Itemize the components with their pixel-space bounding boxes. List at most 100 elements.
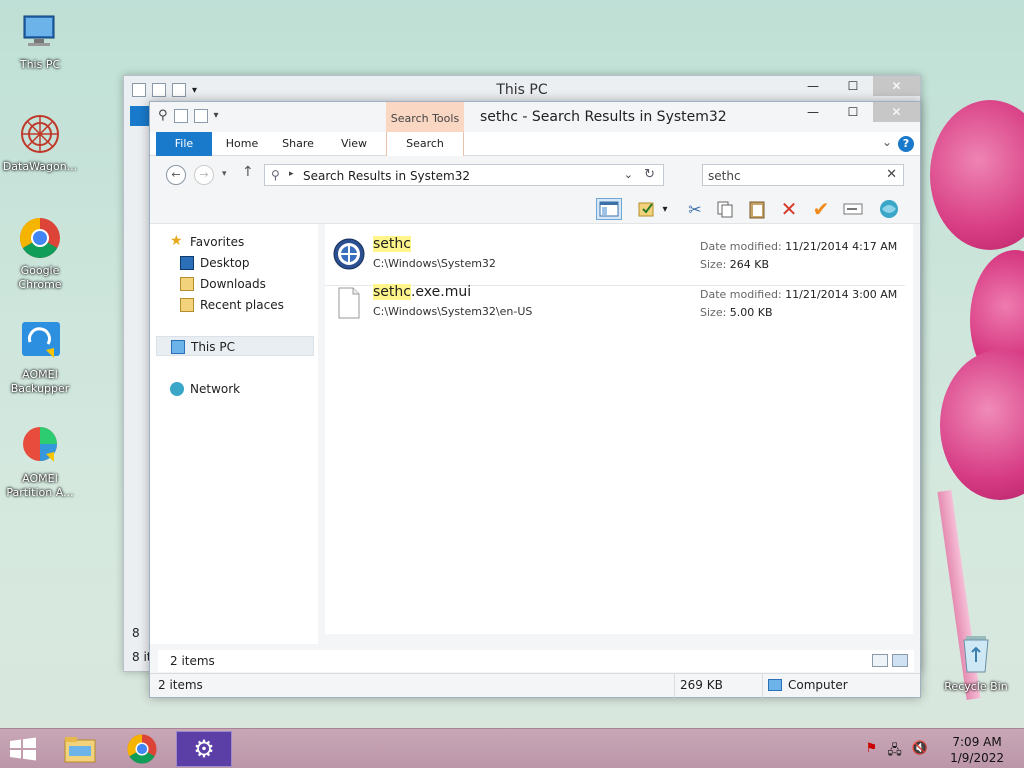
clock[interactable]: 7:09 AM 1/9/2022 bbox=[950, 734, 1004, 766]
breadcrumb-chevron-icon[interactable]: ▸ bbox=[289, 169, 294, 179]
navigation-pane: ★ Favorites Desktop Downloads Recent pla… bbox=[150, 224, 318, 644]
nav-item-desktop[interactable]: Desktop bbox=[150, 253, 308, 273]
details-location: Computer bbox=[788, 678, 848, 692]
address-bar[interactable]: ⚲ ▸ Search Results in System32 ⌄ ↻ bbox=[264, 164, 664, 186]
window-title: sethc - Search Results in System32 bbox=[480, 109, 727, 125]
details-size: 269 KB bbox=[680, 678, 723, 692]
file-size: Size: 264 KB bbox=[700, 258, 770, 271]
search-input[interactable]: sethc ✕ bbox=[702, 164, 904, 186]
network-icon bbox=[170, 382, 184, 396]
network-status-icon[interactable]: 🖧 bbox=[887, 741, 902, 763]
star-icon: ★ bbox=[170, 233, 183, 249]
taskbar-chrome[interactable] bbox=[114, 731, 170, 767]
back-edge-char: 8 bbox=[132, 626, 140, 640]
volume-muted-icon[interactable]: 🔇 bbox=[912, 741, 928, 763]
desktop-icon-datawagon[interactable]: DataWagon... bbox=[0, 112, 80, 174]
chrome-icon bbox=[127, 734, 157, 764]
back-window-titlebar[interactable]: ▾ This PC — ☐ ✕ bbox=[124, 76, 920, 104]
search-icon: ⚲ bbox=[158, 108, 168, 123]
date-modified: Date modified: 11/21/2014 4:17 AM bbox=[700, 240, 898, 253]
back-file-tab[interactable] bbox=[130, 106, 150, 126]
tab-search[interactable]: Search bbox=[386, 132, 464, 156]
downloads-icon bbox=[180, 277, 194, 291]
taskbar-file-explorer[interactable] bbox=[52, 731, 108, 767]
close-button[interactable]: ✕ bbox=[873, 76, 920, 96]
desktop-icon-label: AOMEI Backupper bbox=[10, 368, 70, 395]
tab-home[interactable]: Home bbox=[214, 132, 270, 156]
maximize-button[interactable]: ☐ bbox=[833, 76, 873, 96]
window-titlebar[interactable]: ⚲ ▾ Search Tools sethc - Search Results … bbox=[150, 102, 920, 132]
desktop-icon-aomei-partition[interactable]: AOMEI Partition A... bbox=[0, 424, 80, 500]
desktop-icon-this-pc[interactable]: This PC bbox=[0, 10, 80, 72]
tab-share[interactable]: Share bbox=[272, 132, 324, 156]
properties-check-icon[interactable] bbox=[634, 198, 660, 220]
search-icon: ⚲ bbox=[271, 168, 280, 182]
close-button[interactable]: ✕ bbox=[873, 102, 920, 122]
desktop-icon-recycle-bin[interactable]: Recycle Bin bbox=[936, 632, 1016, 694]
name-rest: .exe.mui bbox=[410, 284, 472, 300]
nav-item-favorites[interactable]: ★ Favorites bbox=[150, 232, 308, 252]
taskbar-settings[interactable]: ⚙ bbox=[176, 731, 232, 767]
recycle-bin-icon bbox=[954, 632, 998, 676]
minimize-button[interactable]: — bbox=[793, 102, 833, 122]
nav-item-network[interactable]: Network bbox=[150, 379, 308, 399]
desktop-icon-aomei-backupper[interactable]: AOMEI Backupper bbox=[0, 320, 80, 396]
refresh-icon[interactable]: ↻ bbox=[644, 167, 655, 182]
recent-locations-icon[interactable]: ▾ bbox=[222, 169, 227, 179]
expand-ribbon-icon[interactable]: ⌄ bbox=[882, 135, 892, 149]
delete-icon[interactable]: ✕ bbox=[776, 197, 802, 221]
address-dropdown-icon[interactable]: ⌄ bbox=[624, 168, 633, 181]
explorer-window-search-results[interactable]: ⚲ ▾ Search Tools sethc - Search Results … bbox=[149, 101, 921, 698]
quick-access-toolbar: ⚲ ▾ bbox=[158, 108, 219, 123]
status-bar: 2 items bbox=[158, 650, 914, 672]
nav-item-recent-places[interactable]: Recent places bbox=[150, 295, 308, 315]
tab-file[interactable]: File bbox=[156, 132, 212, 156]
item-count: 2 items bbox=[170, 654, 215, 668]
file-path: C:\Windows\System32 bbox=[373, 257, 496, 270]
up-button[interactable]: ↑ bbox=[242, 164, 254, 180]
forward-button[interactable]: → bbox=[194, 165, 214, 185]
computer-icon bbox=[171, 340, 185, 354]
tiles-view-icon[interactable] bbox=[892, 654, 908, 667]
computer-icon bbox=[768, 679, 782, 691]
cut-icon[interactable]: ✂ bbox=[682, 198, 708, 220]
back-button[interactable]: ← bbox=[166, 165, 186, 185]
file-name: sethc bbox=[373, 236, 411, 252]
search-tools-context-header: Search Tools bbox=[386, 102, 464, 132]
clear-search-icon[interactable]: ✕ bbox=[886, 167, 897, 182]
aomei-partition-icon bbox=[18, 424, 62, 468]
desktop-icon-label: DataWagon... bbox=[2, 160, 78, 173]
properties-icon[interactable] bbox=[173, 108, 188, 123]
chevron-down-icon[interactable]: ▾ bbox=[658, 198, 672, 220]
network-globe-icon[interactable] bbox=[876, 198, 902, 220]
breadcrumb[interactable]: Search Results in System32 bbox=[303, 169, 470, 183]
name-match: sethc bbox=[373, 236, 411, 252]
recent-places-icon bbox=[180, 298, 194, 312]
nav-item-downloads[interactable]: Downloads bbox=[150, 274, 308, 294]
nav-item-this-pc[interactable]: This PC bbox=[156, 336, 314, 356]
help-button[interactable]: ? bbox=[898, 136, 914, 152]
rename-icon[interactable] bbox=[840, 198, 866, 220]
desktop-icon-label: Recycle Bin bbox=[944, 680, 1008, 693]
clock-time: 7:09 AM bbox=[952, 735, 1002, 749]
list-item[interactable]: sethc C:\Windows\System32 Date modified:… bbox=[325, 232, 905, 286]
details-view-icon[interactable] bbox=[872, 654, 888, 667]
paste-icon[interactable] bbox=[744, 198, 770, 220]
minimize-button[interactable]: — bbox=[793, 76, 833, 96]
search-query[interactable]: sethc bbox=[708, 169, 741, 183]
action-center-flag-icon[interactable]: ⚑ bbox=[866, 741, 878, 763]
desktop-icon-google-chrome[interactable]: Google Chrome bbox=[0, 216, 80, 292]
tab-view[interactable]: View bbox=[328, 132, 380, 156]
preview-pane-icon[interactable] bbox=[596, 198, 622, 220]
copy-icon[interactable] bbox=[712, 198, 738, 220]
maximize-button[interactable]: ☐ bbox=[833, 102, 873, 122]
chevron-down-icon[interactable]: ▾ bbox=[214, 110, 219, 121]
file-size: Size: 5.00 KB bbox=[700, 306, 773, 319]
datawagon-icon bbox=[18, 112, 62, 156]
list-item[interactable]: sethc.exe.mui C:\Windows\System32\en-US … bbox=[325, 280, 905, 328]
start-button[interactable] bbox=[8, 737, 38, 761]
rename-check-icon[interactable]: ✔ bbox=[808, 197, 834, 221]
new-folder-icon[interactable] bbox=[193, 108, 208, 123]
nav-label: Recent places bbox=[200, 298, 284, 312]
navigation-bar: ← → ▾ ↑ ⚲ ▸ Search Results in System32 ⌄… bbox=[150, 156, 920, 194]
